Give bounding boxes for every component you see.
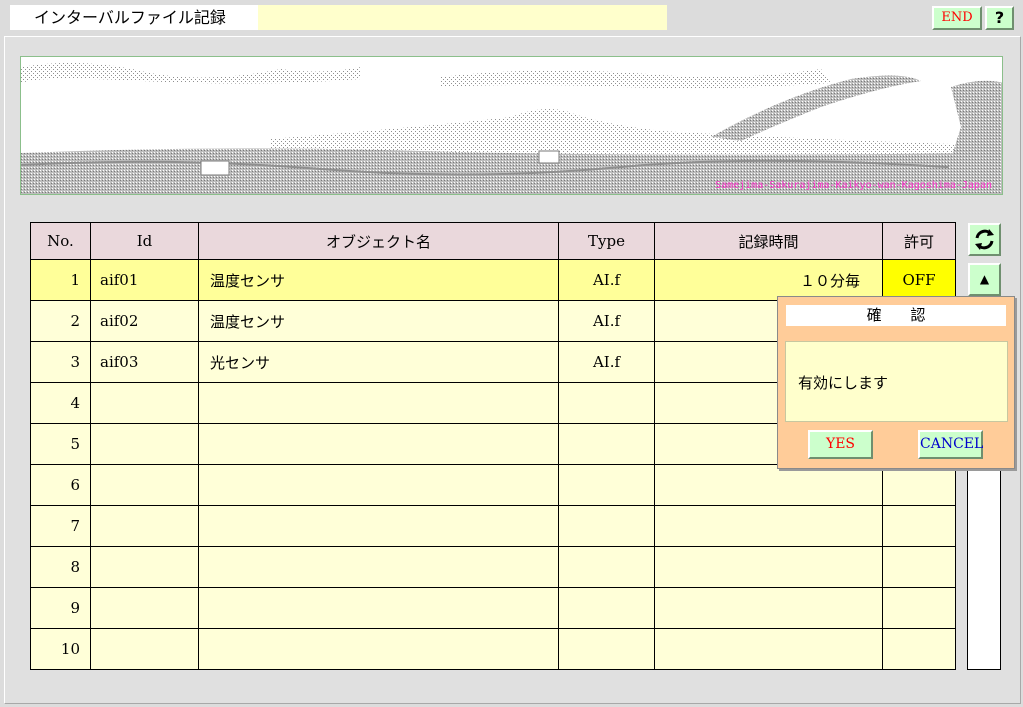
cell-id [90, 423, 199, 465]
header-object-name: オブジェクト名 [198, 222, 559, 260]
cell-record-time[interactable] [654, 505, 883, 547]
cell-type [558, 505, 655, 547]
cell-object-name [198, 423, 559, 465]
cell-id [90, 546, 199, 588]
cell-type: AI.f [558, 300, 655, 342]
table-row[interactable]: 7 [30, 505, 956, 547]
dialog-title: 確 認 [786, 305, 1006, 326]
yes-button[interactable]: YES [808, 430, 873, 459]
cell-object-name [198, 587, 559, 629]
cell-id [90, 464, 199, 506]
cell-no: 6 [30, 464, 91, 506]
cell-id [90, 628, 199, 670]
table-header-row: No. Id オブジェクト名 Type 記録時間 許可 [30, 222, 956, 260]
cell-object-name [198, 464, 559, 506]
cell-permission[interactable] [882, 546, 956, 588]
cell-id [90, 382, 199, 424]
header-id: Id [90, 222, 199, 260]
cancel-button[interactable]: CANCEL [918, 430, 983, 459]
cell-type [558, 382, 655, 424]
cell-object-name: 温度センサ [198, 259, 559, 301]
cell-id [90, 587, 199, 629]
cell-no: 4 [30, 382, 91, 424]
header-type: Type [558, 222, 655, 260]
table-row[interactable]: 10 [30, 628, 956, 670]
cell-type [558, 587, 655, 629]
cell-type [558, 546, 655, 588]
cell-type [558, 628, 655, 670]
cell-no: 7 [30, 505, 91, 547]
cell-type [558, 423, 655, 465]
cell-record-time[interactable] [654, 464, 883, 506]
table-row[interactable]: 9 [30, 587, 956, 629]
title-field [258, 5, 667, 30]
cell-id: aif01 [90, 259, 199, 301]
end-button[interactable]: END [932, 6, 982, 30]
cell-record-time[interactable]: １０分毎 [654, 259, 883, 301]
cell-object-name: 光センサ [198, 341, 559, 383]
cell-no: 2 [30, 300, 91, 342]
header-no: No. [30, 222, 91, 260]
refresh-button[interactable] [968, 223, 1001, 256]
header-permission: 許可 [882, 222, 956, 260]
cell-type [558, 464, 655, 506]
cell-type: AI.f [558, 341, 655, 383]
cell-permission[interactable] [882, 628, 956, 670]
cell-id: aif03 [90, 341, 199, 383]
cell-no: 3 [30, 341, 91, 383]
cell-type: AI.f [558, 259, 655, 301]
cell-record-time[interactable] [654, 628, 883, 670]
cell-object-name: 温度センサ [198, 300, 559, 342]
table-row[interactable]: 6 [30, 464, 956, 506]
cell-no: 9 [30, 587, 91, 629]
cell-permission[interactable] [882, 505, 956, 547]
cell-id: aif02 [90, 300, 199, 342]
cell-no: 1 [30, 259, 91, 301]
header-record-time: 記録時間 [654, 222, 883, 260]
cell-no: 5 [30, 423, 91, 465]
banner-image: Samejima-Sakurajima-Kaikyo-wan-Kagoshima… [20, 56, 1003, 195]
cell-object-name [198, 628, 559, 670]
arrow-up-icon: ▲ [979, 272, 990, 286]
cell-no: 10 [30, 628, 91, 670]
cell-no: 8 [30, 546, 91, 588]
cell-id [90, 505, 199, 547]
dialog-message: 有効にします [785, 341, 1008, 422]
refresh-icon [975, 229, 994, 250]
table-row[interactable]: 8 [30, 546, 956, 588]
cell-object-name [198, 505, 559, 547]
cell-record-time[interactable] [654, 546, 883, 588]
cell-permission[interactable] [882, 587, 956, 629]
cell-object-name [198, 546, 559, 588]
help-button[interactable]: ? [985, 6, 1014, 30]
banner-credit: Samejima-Sakurajima-Kaikyo-wan-Kagoshima… [715, 180, 992, 191]
cell-permission[interactable] [882, 464, 956, 506]
cell-permission[interactable]: OFF [882, 259, 956, 301]
scroll-up-button[interactable]: ▲ [968, 263, 1001, 296]
table-row[interactable]: 1 aif01 温度センサ AI.f １０分毎 OFF [30, 259, 956, 301]
cell-record-time[interactable] [654, 587, 883, 629]
window-title: インターバルファイル記録 [10, 5, 258, 30]
landscape-picture [21, 57, 1002, 194]
cell-object-name [198, 382, 559, 424]
